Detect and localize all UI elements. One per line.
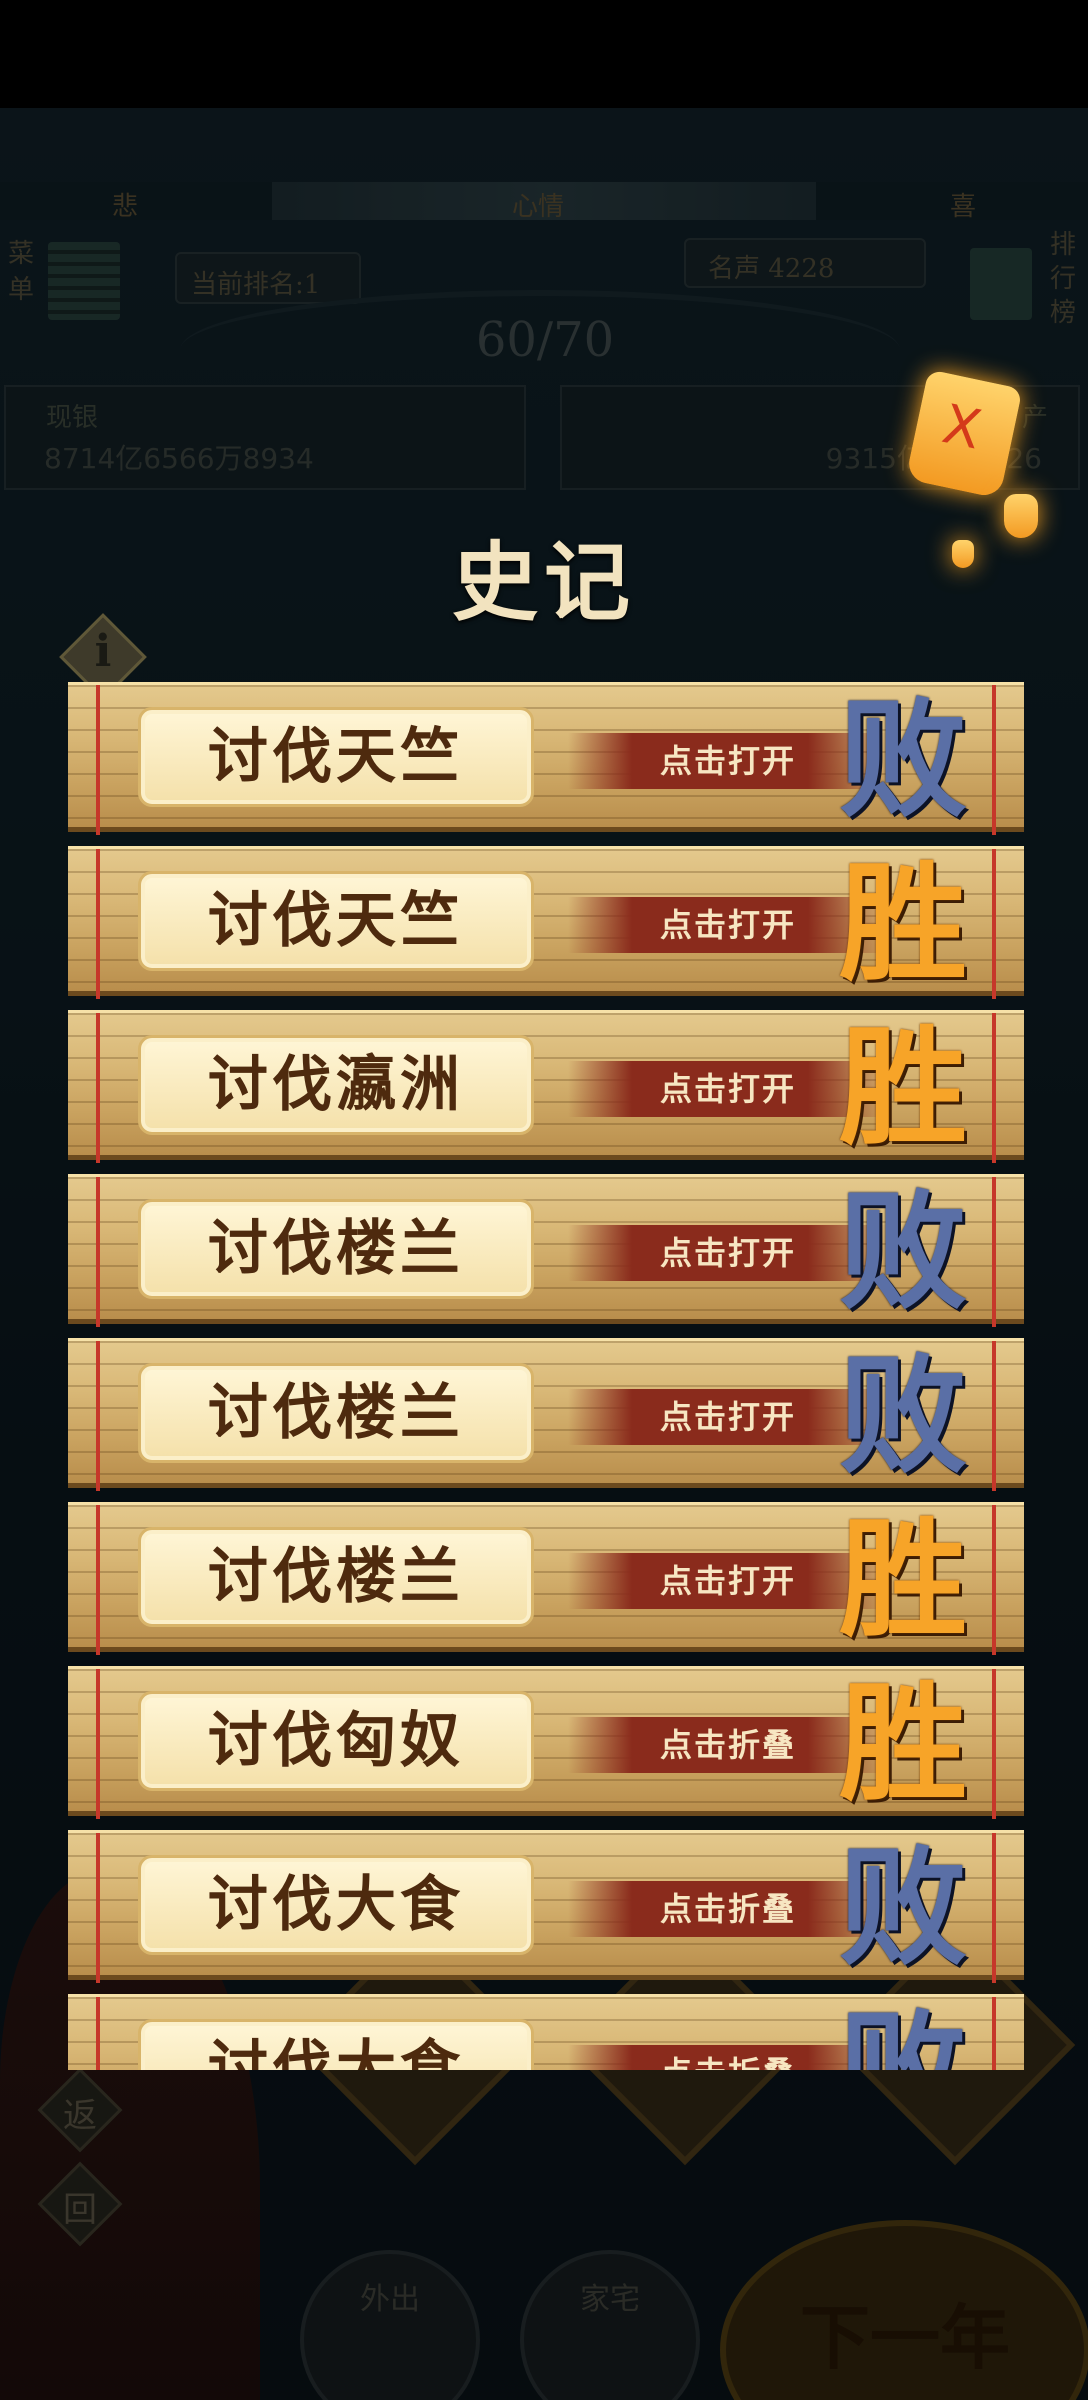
scroll-red-line <box>992 849 996 999</box>
record-row[interactable]: 讨伐楼兰 点击打开败 <box>68 1174 1024 1327</box>
scroll-red-line <box>992 1013 996 1163</box>
record-name-plaque: 讨伐大食 <box>138 2019 534 2070</box>
record-row[interactable]: 讨伐楼兰 点击打开胜 <box>68 1502 1024 1655</box>
scroll-red-line <box>96 1013 100 1163</box>
scroll-red-line <box>992 685 996 835</box>
scroll-red-line <box>96 1997 100 2070</box>
record-result: 胜 <box>838 1669 967 1819</box>
record-name: 讨伐天竺 <box>208 886 464 956</box>
record-row[interactable]: 讨伐天竺 点击打开败 <box>68 682 1024 835</box>
record-name-plaque: 讨伐天竺 <box>138 707 534 807</box>
scroll-red-line <box>96 849 100 999</box>
scroll-red-line <box>96 1505 100 1655</box>
record-name: 讨伐大食 <box>208 2034 464 2070</box>
scroll-red-line <box>992 1997 996 2070</box>
scroll-red-line <box>96 1669 100 1819</box>
scroll-red-line <box>96 1341 100 1491</box>
record-name-plaque: 讨伐匈奴 <box>138 1691 534 1791</box>
record-name-plaque: 讨伐瀛洲 <box>138 1035 534 1135</box>
scroll-red-line <box>96 1177 100 1327</box>
status-bar <box>0 0 1088 108</box>
record-list[interactable]: 讨伐天竺 点击打开败讨伐天竺 点击打开胜讨伐瀛洲 点击打开胜讨伐楼兰 点击打开败讨伐楼兰… <box>68 682 1024 2070</box>
scroll-red-line <box>96 1833 100 1983</box>
record-name: 讨伐天竺 <box>208 722 464 792</box>
record-name-plaque: 讨伐楼兰 <box>138 1363 534 1463</box>
record-name-plaque: 讨伐楼兰 <box>138 1199 534 1299</box>
record-result: 败 <box>838 1341 967 1491</box>
record-row[interactable]: 讨伐瀛洲 点击打开胜 <box>68 1010 1024 1163</box>
record-result: 败 <box>838 685 967 835</box>
record-row[interactable]: 讨伐楼兰 点击打开败 <box>68 1338 1024 1491</box>
record-row[interactable]: 讨伐大食点击折叠败 <box>68 1994 1024 2070</box>
record-row[interactable]: 讨伐天竺 点击打开胜 <box>68 846 1024 999</box>
record-row[interactable]: 讨伐大食点击折叠败 <box>68 1830 1024 1983</box>
record-row[interactable]: 讨伐匈奴 点击折叠胜 <box>68 1666 1024 1819</box>
record-result: 败 <box>828 1997 978 2070</box>
record-name-plaque: 讨伐楼兰 <box>138 1527 534 1627</box>
record-result: 胜 <box>838 1505 967 1655</box>
scroll-red-line <box>992 1505 996 1655</box>
record-name: 讨伐楼兰 <box>208 1542 464 1612</box>
record-result: 胜 <box>838 1013 967 1163</box>
record-name-plaque: 讨伐大食 <box>138 1855 534 1955</box>
record-name-plaque: 讨伐天竺 <box>138 871 534 971</box>
record-name: 讨伐大食 <box>208 1870 464 1940</box>
record-result: 败 <box>838 1177 967 1327</box>
record-name: 讨伐楼兰 <box>208 1378 464 1448</box>
record-result: 败 <box>838 1833 967 1983</box>
game-screen: 悲 心情 喜 菜 单 当前排名:1 名声 4228 排 行 榜 60/70 现银… <box>0 0 1088 2400</box>
scroll-red-line <box>96 685 100 835</box>
record-name: 讨伐楼兰 <box>208 1214 464 1284</box>
scroll-red-line <box>992 1341 996 1491</box>
scroll-red-line <box>992 1669 996 1819</box>
scroll-red-line <box>992 1833 996 1983</box>
panel-title: 史记 <box>452 532 636 633</box>
record-result: 胜 <box>838 849 967 999</box>
record-name: 讨伐瀛洲 <box>208 1050 464 1120</box>
scroll-red-line <box>992 1177 996 1327</box>
record-name: 讨伐匈奴 <box>208 1706 464 1776</box>
